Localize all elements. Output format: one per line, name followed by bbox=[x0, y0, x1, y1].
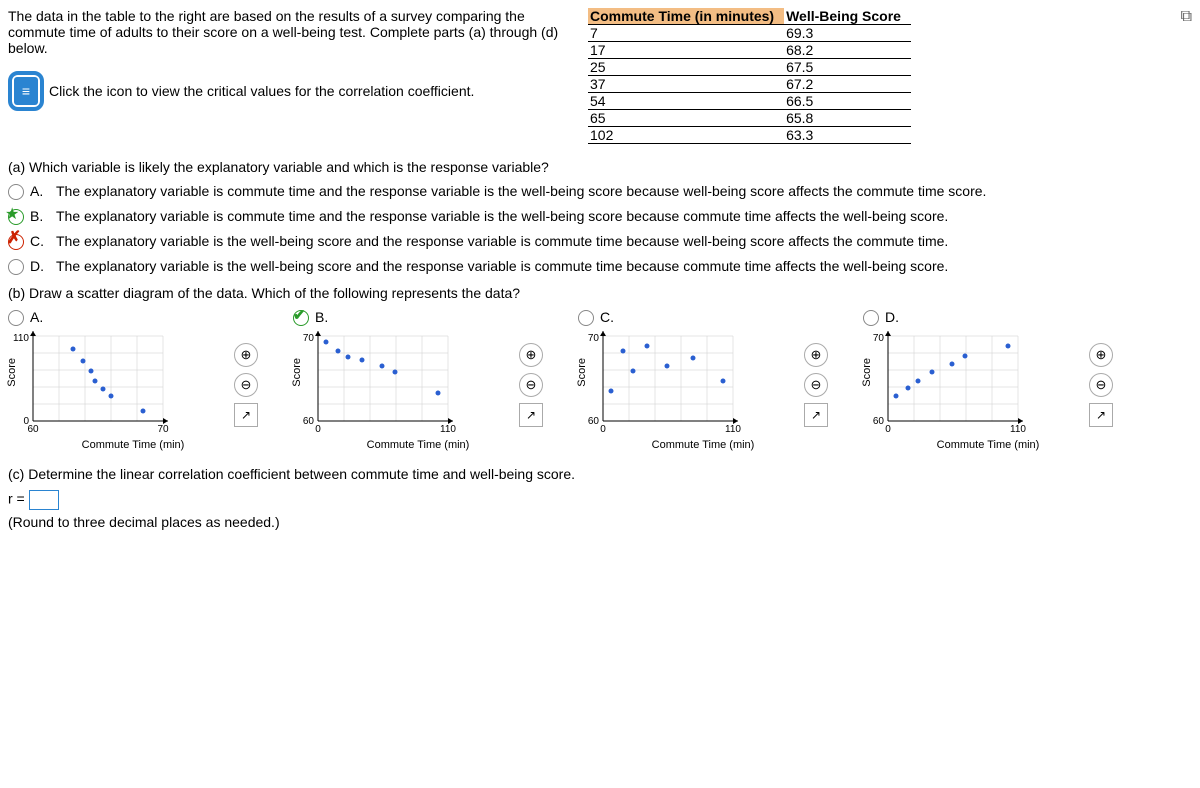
scatter-c: 70 60 0 110 bbox=[578, 328, 748, 438]
plot-radio-d[interactable] bbox=[863, 310, 879, 326]
part-a-question: (a) Which variable is likely the explana… bbox=[8, 159, 1192, 175]
svg-text:70: 70 bbox=[303, 333, 315, 344]
y-axis-label: Score bbox=[576, 358, 588, 387]
part-c-question: (c) Determine the linear correlation coe… bbox=[8, 466, 1192, 482]
scatter-b: 70 60 0 110 bbox=[293, 328, 463, 438]
plot-radio-c[interactable] bbox=[578, 310, 594, 326]
zoom-out-icon[interactable]: ⊖ bbox=[1089, 373, 1113, 397]
y-axis-label: Score bbox=[861, 358, 873, 387]
zoom-out-icon[interactable]: ⊖ bbox=[804, 373, 828, 397]
radio-d[interactable] bbox=[8, 259, 24, 275]
x-axis-label: Commute Time (min) bbox=[293, 439, 543, 451]
x-axis-label: Commute Time (min) bbox=[863, 439, 1113, 451]
svg-text:70: 70 bbox=[588, 333, 600, 344]
y-axis-label: Score bbox=[291, 358, 303, 387]
label-a: A. bbox=[30, 183, 50, 199]
table-row: 2567.5 bbox=[588, 59, 911, 76]
svg-text:70: 70 bbox=[873, 333, 885, 344]
zoom-in-icon[interactable]: ⊕ bbox=[1089, 343, 1113, 367]
intro-text: The data in the table to the right are b… bbox=[8, 8, 578, 56]
table-row: 769.3 bbox=[588, 25, 911, 42]
radio-b[interactable] bbox=[8, 209, 24, 225]
copy-icon[interactable]: ⧉ bbox=[1181, 8, 1192, 26]
zoom-in-icon[interactable]: ⊕ bbox=[804, 343, 828, 367]
plot-label-c: C. bbox=[600, 309, 620, 325]
svg-text:60: 60 bbox=[303, 416, 315, 427]
popout-icon[interactable]: ↗ bbox=[234, 403, 258, 427]
svg-text:0: 0 bbox=[885, 424, 891, 435]
y-axis-label: Score bbox=[6, 358, 18, 387]
svg-text:60: 60 bbox=[27, 424, 39, 435]
label-b: B. bbox=[30, 208, 50, 224]
r-input[interactable] bbox=[29, 490, 59, 510]
svg-text:110: 110 bbox=[13, 333, 29, 344]
popout-icon[interactable]: ↗ bbox=[1089, 403, 1113, 427]
label-d: D. bbox=[30, 258, 50, 274]
table-row: 10263.3 bbox=[588, 127, 911, 144]
link-text: Click the icon to view the critical valu… bbox=[49, 83, 474, 99]
col-header-score: Well-Being Score bbox=[784, 8, 911, 25]
plot-label-d: D. bbox=[885, 309, 905, 325]
svg-text:110: 110 bbox=[440, 424, 456, 435]
zoom-out-icon[interactable]: ⊖ bbox=[234, 373, 258, 397]
popout-icon[interactable]: ↗ bbox=[804, 403, 828, 427]
x-axis-label: Commute Time (min) bbox=[578, 439, 828, 451]
svg-text:0: 0 bbox=[600, 424, 606, 435]
svg-text:60: 60 bbox=[588, 416, 600, 427]
table-row: 5466.5 bbox=[588, 93, 911, 110]
zoom-out-icon[interactable]: ⊖ bbox=[519, 373, 543, 397]
rounding-hint: (Round to three decimal places as needed… bbox=[8, 514, 1192, 530]
choice-b-text: The explanatory variable is commute time… bbox=[56, 208, 948, 224]
svg-text:110: 110 bbox=[1010, 424, 1026, 435]
scatter-a: 110 0 60 70 bbox=[8, 328, 178, 438]
critical-values-link[interactable]: ≡ Click the icon to view the critical va… bbox=[8, 71, 578, 111]
r-prefix: r = bbox=[8, 491, 29, 507]
table-row: 1768.2 bbox=[588, 42, 911, 59]
choice-d-text: The explanatory variable is the well-bei… bbox=[56, 258, 948, 274]
radio-c[interactable] bbox=[8, 234, 24, 250]
radio-a[interactable] bbox=[8, 184, 24, 200]
popout-icon[interactable]: ↗ bbox=[519, 403, 543, 427]
plot-label-a: A. bbox=[30, 309, 50, 325]
table-row: 6565.8 bbox=[588, 110, 911, 127]
zoom-in-icon[interactable]: ⊕ bbox=[234, 343, 258, 367]
table-row: 3767.2 bbox=[588, 76, 911, 93]
plot-radio-b[interactable] bbox=[293, 310, 309, 326]
scatter-d: 70 60 0 110 bbox=[863, 328, 1033, 438]
svg-text:0: 0 bbox=[315, 424, 321, 435]
col-header-commute: Commute Time (in minutes) bbox=[588, 8, 784, 25]
part-b-question: (b) Draw a scatter diagram of the data. … bbox=[8, 285, 1192, 301]
choice-a-text: The explanatory variable is commute time… bbox=[56, 183, 986, 199]
svg-text:110: 110 bbox=[725, 424, 741, 435]
label-c: C. bbox=[30, 233, 50, 249]
choice-c-text: The explanatory variable is the well-bei… bbox=[56, 233, 948, 249]
zoom-in-icon[interactable]: ⊕ bbox=[519, 343, 543, 367]
plot-label-b: B. bbox=[315, 309, 335, 325]
table-icon: ≡ bbox=[8, 71, 44, 111]
svg-text:60: 60 bbox=[873, 416, 885, 427]
svg-text:70: 70 bbox=[157, 424, 169, 435]
plot-radio-a[interactable] bbox=[8, 310, 24, 326]
data-table: Commute Time (in minutes) Well-Being Sco… bbox=[588, 8, 911, 144]
x-axis-label: Commute Time (min) bbox=[8, 439, 258, 451]
